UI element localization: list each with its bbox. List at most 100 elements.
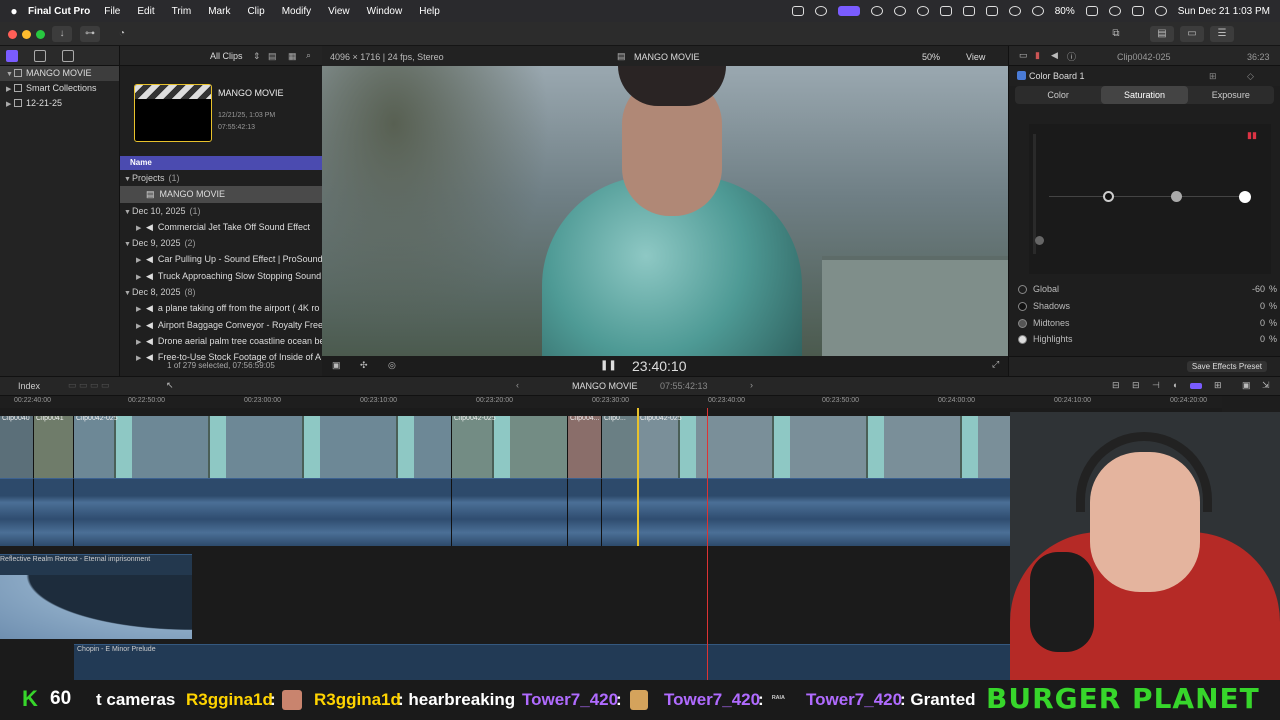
music-clip-2[interactable]: Chopin - E Minor Prelude [74, 644, 1022, 680]
reset-icon[interactable]: ⊞ [1209, 71, 1217, 82]
audio-skim-icon[interactable]: ◖ [1172, 380, 1177, 390]
edit-buttons-icon[interactable]: ▭ ▭ ▭ ▭ [68, 380, 110, 391]
fullscreen-icon[interactable]: ⤢ [992, 359, 999, 370]
color-inspector-icon[interactable]: ▮ [1035, 50, 1040, 61]
list-view-icon[interactable]: ▦ [288, 51, 297, 62]
browser-clip[interactable]: ▶ ◀ Truck Approaching Slow Stopping Sound [120, 268, 322, 284]
audio-waveform[interactable] [74, 478, 452, 546]
titles-generators-icon[interactable] [62, 50, 74, 62]
highlights-value[interactable]: 0 [1260, 331, 1265, 348]
menu-trim[interactable]: Trim [172, 6, 192, 17]
audio-waveform[interactable] [34, 478, 74, 546]
select-tool-icon[interactable]: ↖ [166, 380, 174, 391]
library-smart-collections[interactable]: ▶ Smart Collections [0, 81, 119, 96]
tab-saturation[interactable]: Saturation [1101, 86, 1188, 104]
battery-icon[interactable] [1085, 6, 1098, 16]
play-icon[interactable] [916, 6, 929, 16]
disclosure-icon[interactable]: ▼ [124, 205, 132, 219]
tray-app-icon[interactable] [870, 6, 883, 16]
audio-waveform[interactable] [638, 478, 1062, 546]
browser-clip[interactable]: ▶ ◀ Airport Baggage Conveyor - Royalty Fre… [120, 317, 322, 333]
tray-app-icon[interactable] [893, 6, 906, 16]
shadows-puck[interactable] [1035, 236, 1044, 245]
midtones-puck[interactable] [1171, 191, 1182, 202]
browser-clip[interactable]: ▤ MANGO MOVIE [120, 186, 322, 203]
tab-exposure[interactable]: Exposure [1188, 86, 1274, 104]
pause-button[interactable]: ❚❚ [600, 360, 617, 371]
save-effects-preset-button[interactable]: Save Effects Preset [1186, 361, 1267, 372]
clip-filter-dropdown[interactable]: All Clips [210, 51, 243, 61]
library-mango-movie[interactable]: ▼ MANGO MOVIE [0, 66, 119, 81]
menu-view[interactable]: View [328, 6, 350, 17]
browser-clip[interactable]: ▶ ◀ Car Pulling Up - Sound Effect | ProSou… [120, 251, 322, 267]
tray-app-icon[interactable] [962, 6, 975, 16]
crop-icon[interactable]: ▣ [332, 360, 341, 371]
audio-waveform[interactable] [452, 478, 568, 546]
wifi-icon[interactable] [1031, 6, 1044, 16]
app-menu[interactable]: Final Cut Pro [28, 6, 90, 17]
menu-mark[interactable]: Mark [208, 6, 230, 17]
solo-icon[interactable] [1190, 383, 1202, 389]
browser-clip[interactable]: ▶ ◀ Drone aerial palm tree coastline ocean… [120, 333, 322, 349]
skimmer-line[interactable] [637, 408, 639, 546]
video-clip[interactable]: Clip0042-025 [74, 416, 452, 478]
tab-color[interactable]: Color [1015, 86, 1101, 104]
share-icon[interactable]: ⧉ [1108, 26, 1124, 42]
background-tasks-icon[interactable]: ◔ [112, 26, 132, 42]
index-button[interactable]: Index [18, 381, 40, 391]
search-icon[interactable]: ⌕ [306, 50, 311, 61]
minimize-window-button[interactable] [22, 30, 31, 39]
menu-edit[interactable]: Edit [137, 6, 154, 17]
clock[interactable]: Sun Dec 21 1:03 PM [1178, 6, 1270, 17]
audio-inspector-icon[interactable]: ◀ [1051, 50, 1058, 61]
color-presets-icon[interactable]: ▮▮ [1247, 130, 1257, 141]
disclosure-icon[interactable]: ▼ [124, 237, 132, 251]
disclosure-icon[interactable]: ▶ [136, 253, 144, 267]
forward-arrow-icon[interactable]: › [750, 380, 753, 390]
menu-modify[interactable]: Modify [282, 6, 311, 17]
display-icon[interactable] [985, 6, 998, 16]
siri-icon[interactable] [1154, 6, 1167, 16]
music-clip-1[interactable]: Reflective Realm Retreat - Eternal impri… [0, 554, 192, 639]
tray-app-icon[interactable] [814, 6, 827, 16]
keyword-icon[interactable]: ⊶ [80, 26, 100, 42]
video-viewer[interactable] [322, 66, 1008, 356]
layout-inspector-icon[interactable]: ☰ [1210, 26, 1234, 42]
shadows-value[interactable]: 0 [1260, 298, 1265, 315]
disclosure-icon[interactable]: ▶ [136, 335, 144, 349]
playhead[interactable] [707, 408, 708, 680]
close-window-button[interactable] [8, 30, 17, 39]
project-card[interactable]: MANGO MOVIE 12/21/25, 1:03 PM 07:55:42:1… [120, 66, 322, 156]
effect-toggle-icon[interactable] [1017, 71, 1026, 80]
saturation-board[interactable]: ▮▮ [1029, 124, 1271, 274]
transform-icon[interactable]: ✣ [360, 360, 368, 371]
clip-appearance-icon[interactable]: ⊟ [1112, 380, 1120, 391]
zoom-icon[interactable]: ⊟ [1132, 380, 1140, 391]
browser-group[interactable]: ▼Dec 9, 2025 (2) [120, 235, 322, 251]
audio-waveform[interactable] [568, 478, 602, 546]
zoom-window-button[interactable] [36, 30, 45, 39]
color-board-dropdown[interactable]: Color Board 1 [1029, 71, 1085, 81]
audio-waveform[interactable] [602, 478, 638, 546]
menu-help[interactable]: Help [419, 6, 440, 17]
tray-app-icon[interactable] [791, 6, 804, 16]
timeline-index-icon[interactable]: ▣ [1242, 380, 1251, 391]
disclosure-icon[interactable]: ▶ [136, 221, 144, 235]
disclosure-icon[interactable]: ▶ [136, 270, 144, 284]
close-icon[interactable]: ⇲ [1262, 380, 1270, 391]
browser-group[interactable]: ▼Dec 10, 2025 (1) [120, 203, 322, 219]
video-clip[interactable]: Clip0042-025 [638, 416, 1062, 478]
library-event-12-21-25[interactable]: ▶ 12-21-25 [0, 96, 119, 111]
name-column-header[interactable]: Name [120, 156, 322, 170]
audio-waveform[interactable] [0, 478, 34, 546]
filmstrip-view-icon[interactable]: ▤ [268, 51, 277, 62]
global-puck[interactable] [1103, 191, 1114, 202]
screen-record-icon[interactable] [837, 6, 860, 16]
disclosure-icon[interactable]: ▶ [6, 97, 14, 112]
bluetooth-icon[interactable] [1008, 6, 1021, 16]
browser-clip[interactable]: ▶ ◀ a plane taking off from the airport ( … [120, 300, 322, 316]
control-center-icon[interactable] [1131, 6, 1144, 16]
view-dropdown[interactable]: View [966, 52, 985, 62]
chevron-updown-icon[interactable]: ⇕ [253, 51, 261, 62]
snapping-icon[interactable]: ⊞ [1214, 380, 1222, 391]
